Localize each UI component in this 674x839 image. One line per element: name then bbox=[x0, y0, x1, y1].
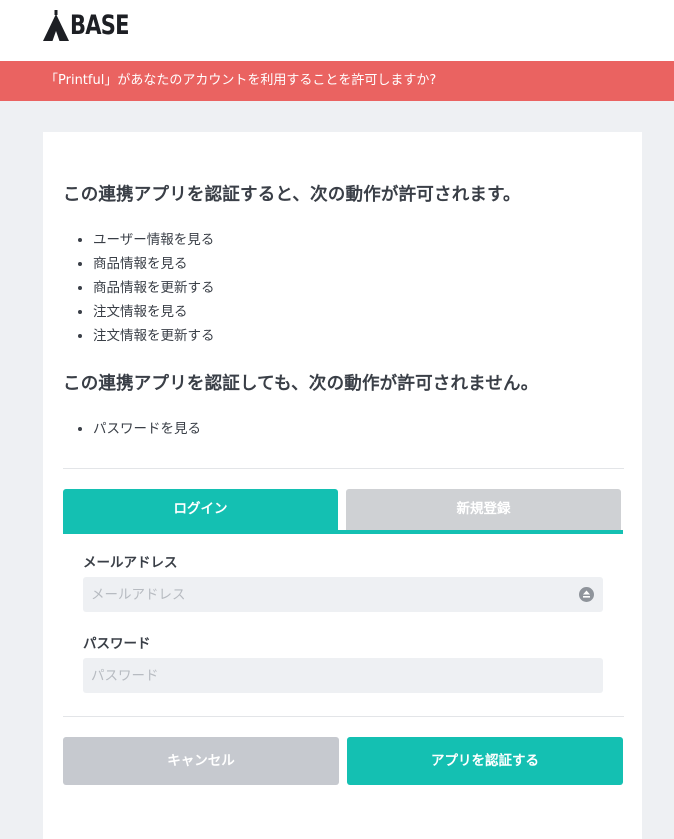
password-field[interactable] bbox=[83, 658, 603, 693]
authorize-app-button[interactable]: アプリを認証する bbox=[347, 737, 623, 785]
password-label: パスワード bbox=[83, 636, 151, 652]
auth-tabs: ログイン 新規登録 bbox=[63, 489, 623, 534]
list-item: 注文情報を見る bbox=[78, 300, 215, 324]
divider bbox=[63, 716, 624, 717]
autofill-icon[interactable] bbox=[579, 587, 594, 602]
denied-heading: この連携アプリを認証しても、次の動作が許可されません。 bbox=[63, 374, 539, 394]
authorization-banner: 「Printful」があなたのアカウントを利用することを許可しますか? bbox=[0, 61, 674, 101]
email-field[interactable] bbox=[83, 577, 603, 612]
cancel-button[interactable]: キャンセル bbox=[63, 737, 339, 785]
allowed-permissions-list: ユーザー情報を見る 商品情報を見る 商品情報を更新する 注文情報を見る 注文情報… bbox=[78, 228, 215, 348]
allowed-heading: この連携アプリを認証すると、次の動作が許可されます。 bbox=[63, 185, 521, 205]
list-item: ユーザー情報を見る bbox=[78, 228, 215, 252]
denied-permissions-list: パスワードを見る bbox=[78, 417, 201, 441]
list-item: 商品情報を見る bbox=[78, 252, 215, 276]
tab-signup[interactable]: 新規登録 bbox=[346, 489, 621, 530]
authorization-card: この連携アプリを認証すると、次の動作が許可されます。 ユーザー情報を見る 商品情… bbox=[43, 132, 642, 839]
list-item: 商品情報を更新する bbox=[78, 276, 215, 300]
tent-logo-icon bbox=[43, 10, 69, 41]
divider bbox=[63, 468, 624, 469]
base-logo[interactable]: BASE bbox=[43, 9, 145, 41]
site-header: BASE bbox=[0, 0, 674, 61]
email-label: メールアドレス bbox=[83, 555, 178, 571]
list-item: 注文情報を更新する bbox=[78, 324, 215, 348]
tab-login[interactable]: ログイン bbox=[63, 489, 338, 530]
logo-text: BASE bbox=[70, 10, 130, 41]
eject-icon bbox=[583, 590, 590, 598]
list-item: パスワードを見る bbox=[78, 417, 201, 441]
